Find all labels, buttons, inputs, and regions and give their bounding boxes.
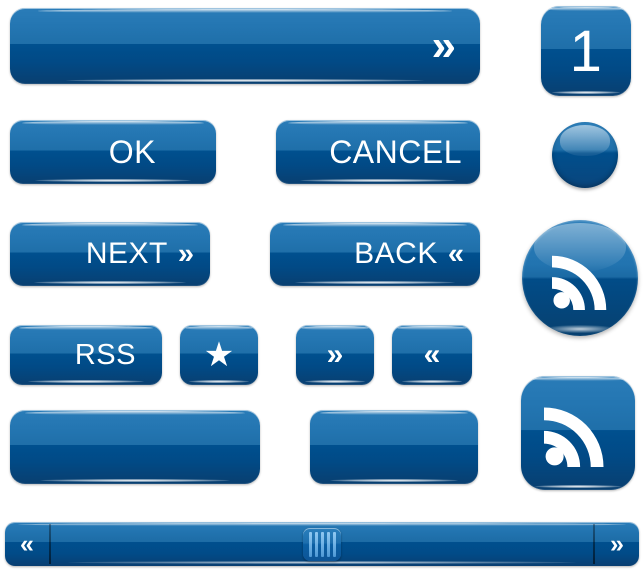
sphere-button[interactable] bbox=[552, 122, 618, 188]
double-chevron-right-icon: » bbox=[177, 237, 194, 270]
back-button[interactable]: BACK « bbox=[270, 222, 480, 286]
rss-feed-icon bbox=[552, 255, 607, 310]
grip-line bbox=[308, 531, 312, 557]
grip-line bbox=[332, 531, 336, 557]
rss-circle-button[interactable] bbox=[522, 220, 638, 336]
gloss-overlay-bottom bbox=[545, 325, 615, 333]
ok-button-label: OK bbox=[108, 133, 156, 170]
ok-button[interactable]: OK bbox=[10, 120, 216, 184]
blank-small-button[interactable] bbox=[310, 410, 478, 484]
back-small-button[interactable]: « bbox=[392, 325, 472, 385]
forward-small-button[interactable]: » bbox=[296, 325, 374, 385]
scrollbar-thumb[interactable] bbox=[303, 527, 341, 561]
back-button-label: BACK bbox=[354, 237, 438, 270]
double-chevron-left-icon: « bbox=[447, 237, 464, 270]
blank-wide-button[interactable] bbox=[10, 410, 260, 484]
number-tile-button[interactable]: 1 bbox=[541, 6, 631, 96]
cancel-button-label: CANCEL bbox=[329, 133, 462, 170]
next-button-label: NEXT bbox=[85, 237, 168, 270]
double-chevron-left-icon: « bbox=[423, 338, 441, 371]
grip-line bbox=[314, 531, 318, 557]
rss-button-label: RSS bbox=[74, 338, 136, 371]
double-chevron-right-icon: » bbox=[610, 529, 624, 558]
cancel-button[interactable]: CANCEL bbox=[276, 120, 480, 184]
scrollbar-track[interactable] bbox=[51, 522, 593, 566]
rss-square-button[interactable] bbox=[521, 376, 635, 490]
scrollbar-left-divider bbox=[49, 524, 51, 564]
rss-feed-icon bbox=[544, 407, 604, 467]
star-icon: ★ bbox=[203, 336, 235, 374]
horizontal-scrollbar[interactable]: « » bbox=[5, 522, 639, 566]
grip-line bbox=[326, 531, 330, 557]
favorite-button[interactable]: ★ bbox=[180, 325, 258, 385]
scrollbar-left-arrow-button[interactable]: « bbox=[5, 522, 49, 566]
sphere-icon bbox=[559, 125, 611, 156]
scrollbar-right-arrow-button[interactable]: » bbox=[595, 522, 639, 566]
rss-button[interactable]: RSS bbox=[10, 325, 162, 385]
number-tile-label: 1 bbox=[569, 18, 603, 84]
wide-forward-button[interactable]: » bbox=[10, 8, 480, 84]
double-chevron-left-icon: « bbox=[20, 529, 34, 558]
grip-line bbox=[320, 531, 324, 557]
double-chevron-right-icon: » bbox=[431, 21, 456, 70]
next-button[interactable]: NEXT » bbox=[10, 222, 210, 286]
double-chevron-right-icon: » bbox=[326, 338, 344, 371]
